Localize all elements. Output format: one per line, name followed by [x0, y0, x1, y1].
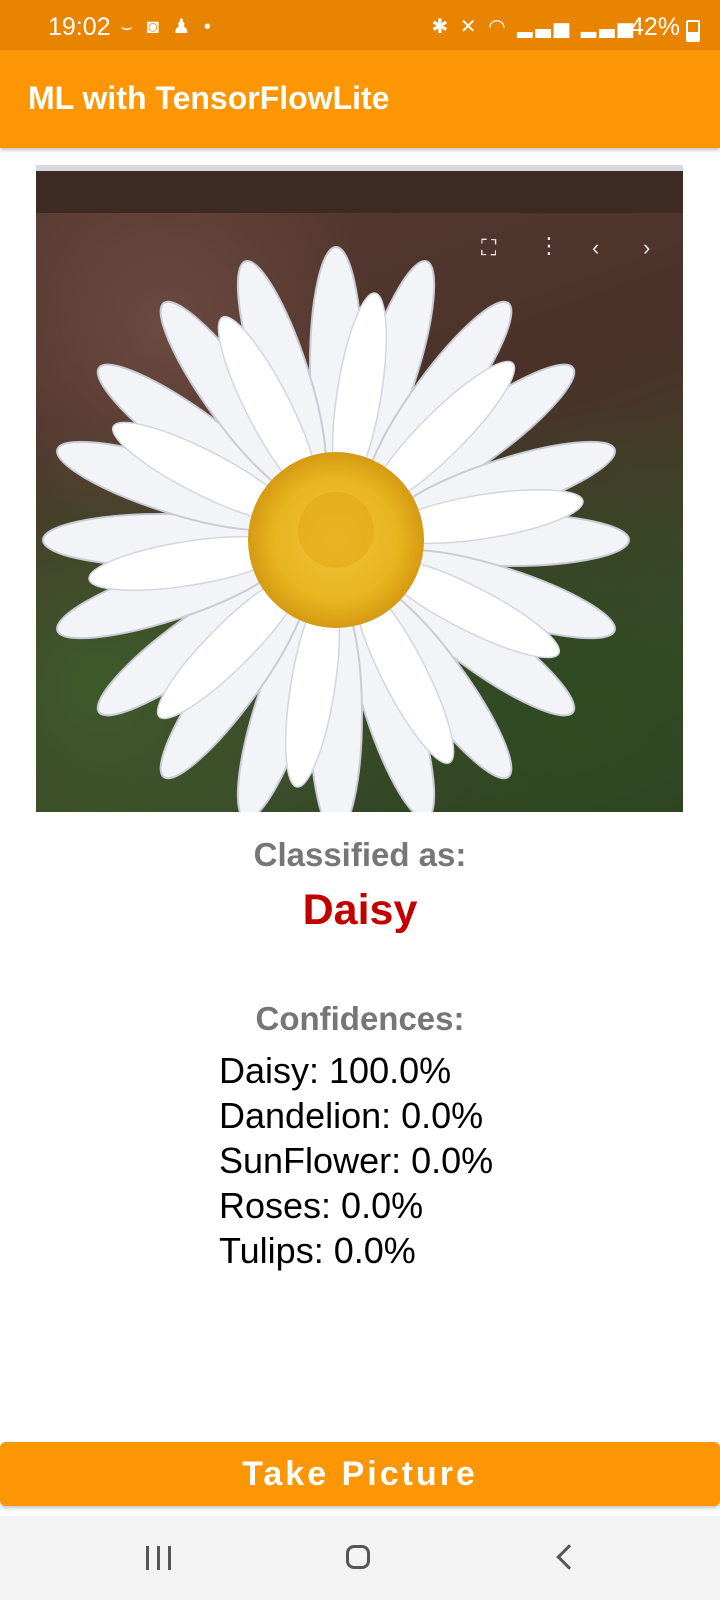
home-button[interactable] — [300, 1516, 420, 1600]
take-picture-button[interactable]: Take Picture — [0, 1442, 720, 1506]
screenshot-icon[interactable]: ⛶ — [481, 235, 496, 261]
kid-icon: ♟ — [172, 16, 195, 38]
captured-photo: ⛶ ⋮ ‹ › — [36, 165, 683, 812]
confidences-list: Daisy: 100.0% Dandelion: 0.0% SunFlower:… — [219, 1048, 493, 1273]
more-vertical-icon[interactable]: ⋮ — [538, 233, 560, 259]
confidences-label: Confidences: — [255, 1000, 465, 1037]
back-icon — [556, 1544, 582, 1570]
game-controller-icon: ◙ — [146, 16, 163, 38]
navigation-bar — [0, 1516, 720, 1600]
confidence-item: SunFlower: 0.0% — [219, 1140, 494, 1181]
dot-icon: • — [203, 16, 215, 38]
classified-label: Classified as: — [253, 836, 467, 873]
back-button[interactable] — [502, 1516, 622, 1600]
daisy-image — [36, 165, 683, 812]
confidence-item: Tulips: 0.0% — [219, 1230, 416, 1271]
status-time: 19:02 — [48, 13, 111, 41]
signal-icon: ▂▃▅ — [517, 16, 573, 38]
pill-icon: ⌣ — [120, 16, 138, 38]
chevron-right-icon[interactable]: › — [643, 235, 650, 261]
battery-icon — [686, 20, 700, 42]
recents-icon — [146, 1546, 172, 1570]
confidence-item: Daisy: 100.0% — [219, 1050, 452, 1091]
confidence-item: Dandelion: 0.0% — [219, 1095, 484, 1136]
classification-result: Daisy — [302, 886, 418, 934]
battery-percent: 42% — [629, 13, 680, 41]
app-bar: ML with TensorFlowLite — [0, 50, 720, 148]
status-bar: 19:02 ⌣ ◙ ♟ • ✱ ✕ ◠ ▂▃▅ ▂▃▅ 42% — [0, 0, 720, 50]
status-right-icons: ✱ ✕ ◠ ▂▃▅ ▂▃▅ — [431, 14, 636, 39]
wifi-icon: ◠ — [488, 16, 509, 38]
home-icon — [346, 1545, 370, 1569]
confidence-item: Roses: 0.0% — [219, 1185, 424, 1226]
app-title: ML with TensorFlowLite — [28, 80, 390, 116]
mute-icon: ✕ — [459, 16, 480, 38]
bluetooth-icon: ✱ — [431, 16, 452, 38]
signal-icon: ▂▃▅ — [580, 16, 636, 38]
status-left-icons: ⌣ ◙ ♟ • — [120, 14, 215, 39]
chevron-left-icon[interactable]: ‹ — [592, 235, 599, 261]
recents-button[interactable] — [98, 1516, 218, 1600]
